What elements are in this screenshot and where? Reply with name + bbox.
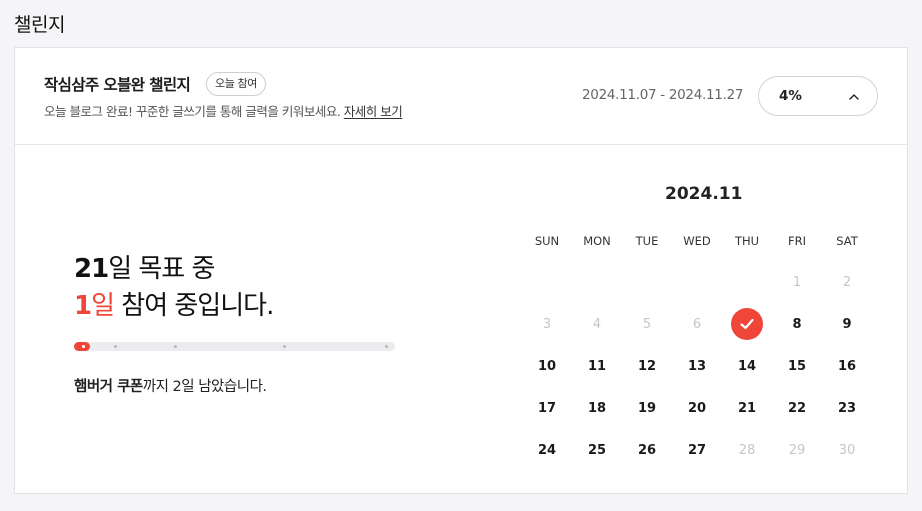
calendar-day: 21	[737, 400, 757, 416]
goal-suffix: 일 목표 중	[108, 254, 215, 284]
weekday-label: SUN	[534, 234, 560, 248]
reward-text: 햄버거 쿠폰까지 2일 남았습니다.	[74, 375, 267, 396]
milestone-dot	[385, 345, 388, 348]
calendar-day: 12	[637, 358, 657, 374]
calendar-empty-cell	[672, 261, 722, 303]
calendar-day: 29	[788, 442, 806, 458]
calendar-empty-cell	[622, 261, 672, 303]
page-title: 챌린지	[14, 14, 65, 36]
calendar-day: 2	[842, 274, 852, 290]
joined-days: 1	[74, 291, 92, 321]
calendar-week: 24 25 26 27 28 29 30	[522, 429, 872, 471]
calendar-week: 17 18 19 20 21 22 23	[522, 387, 872, 429]
calendar-week: 3 4 5 6 8 9	[522, 303, 872, 345]
calendar-day: 25	[587, 442, 607, 458]
calendar-day: 11	[587, 358, 607, 374]
challenge-description: 오늘 블로그 완료! 꾸준한 글쓰기를 통해 글력을 키워보세요. 자세히 보기	[44, 101, 403, 120]
calendar-day: 18	[587, 400, 607, 416]
detail-link[interactable]: 자세히 보기	[344, 104, 403, 119]
participation-text: 1일 참여 중입니다.	[74, 285, 274, 322]
challenge-date-range: 2024.11.07 - 2024.11.27	[582, 87, 744, 103]
calendar-day: 24	[537, 442, 557, 458]
milestone-dot	[114, 345, 117, 348]
calendar-month: 2024.11	[665, 184, 743, 204]
calendar-day: 17	[537, 400, 557, 416]
calendar-day: 28	[738, 442, 756, 458]
calendar-day: 10	[537, 358, 557, 374]
calendar-day: 16	[837, 358, 857, 374]
weekday-label: MON	[583, 234, 611, 248]
calendar-day: 5	[642, 316, 652, 332]
challenge-card: 작심삼주 오블완 챌린지 오늘 참여 오늘 블로그 완료! 꾸준한 글쓰기를 통…	[14, 47, 908, 494]
calendar-day: 27	[687, 442, 707, 458]
calendar-day: 8	[792, 316, 802, 332]
participation-progress-bar	[74, 342, 395, 351]
calendar-day: 30	[838, 442, 856, 458]
joined-suffix: 참여 중입니다.	[114, 291, 274, 321]
chevron-up-icon	[849, 94, 859, 100]
progress-percent: 4%	[779, 88, 802, 104]
milestone-dot	[174, 345, 177, 348]
goal-text: 21일 목표 중	[74, 248, 215, 285]
weekday-label: THU	[734, 234, 760, 248]
calendar-week: 12	[522, 261, 872, 303]
calendar-day-checked	[722, 303, 772, 345]
calendar-empty-cell	[522, 261, 572, 303]
calendar-day: 23	[837, 400, 857, 416]
check-icon	[731, 308, 763, 340]
progress-dot	[82, 345, 85, 348]
goal-days: 21	[74, 254, 109, 284]
progress-toggle-button[interactable]: 4%	[758, 76, 878, 116]
calendar-empty-cell	[572, 261, 622, 303]
weekday-label: WED	[683, 234, 711, 248]
calendar-day: 3	[542, 316, 552, 332]
weekday-label: FRI	[788, 234, 806, 248]
weekday-header: SUN MON TUE WED THU FRI SAT	[522, 231, 872, 261]
weekday-label: SAT	[836, 234, 858, 248]
milestone-dot	[283, 345, 286, 348]
weekday-label: TUE	[635, 234, 659, 248]
reward-suffix: 까지 2일 남았습니다.	[142, 379, 267, 395]
calendar-day: 22	[787, 400, 807, 416]
calendar-day: 20	[687, 400, 707, 416]
challenge-header: 작심삼주 오블완 챌린지 오늘 참여 오늘 블로그 완료! 꾸준한 글쓰기를 통…	[15, 48, 907, 145]
reward-name: 햄버거 쿠폰	[74, 379, 143, 395]
calendar-day: 15	[787, 358, 807, 374]
calendar-day: 14	[737, 358, 757, 374]
calendar-day: 19	[637, 400, 657, 416]
calendar-week: 10 11 12 13 14 15 16	[522, 345, 872, 387]
calendar-day: 26	[637, 442, 657, 458]
calendar-grid: SUN MON TUE WED THU FRI SAT 1 2 3 4 5 6 8 9 10 11 12 13 14 1…	[522, 231, 872, 471]
today-participated-badge: 오늘 참여	[206, 72, 266, 96]
calendar-day: 6	[692, 316, 702, 332]
calendar-day: 13	[687, 358, 707, 374]
challenge-title: 작심삼주 오블완 챌린지	[44, 76, 191, 94]
calendar-day: 4	[592, 316, 602, 332]
calendar-day: 9	[842, 316, 852, 332]
calendar-empty-cell	[722, 261, 772, 303]
joined-unit: 일	[91, 291, 115, 321]
challenge-description-text: 오늘 블로그 완료! 꾸준한 글쓰기를 통해 글력을 키워보세요.	[44, 104, 341, 119]
calendar-day: 1	[792, 274, 802, 290]
